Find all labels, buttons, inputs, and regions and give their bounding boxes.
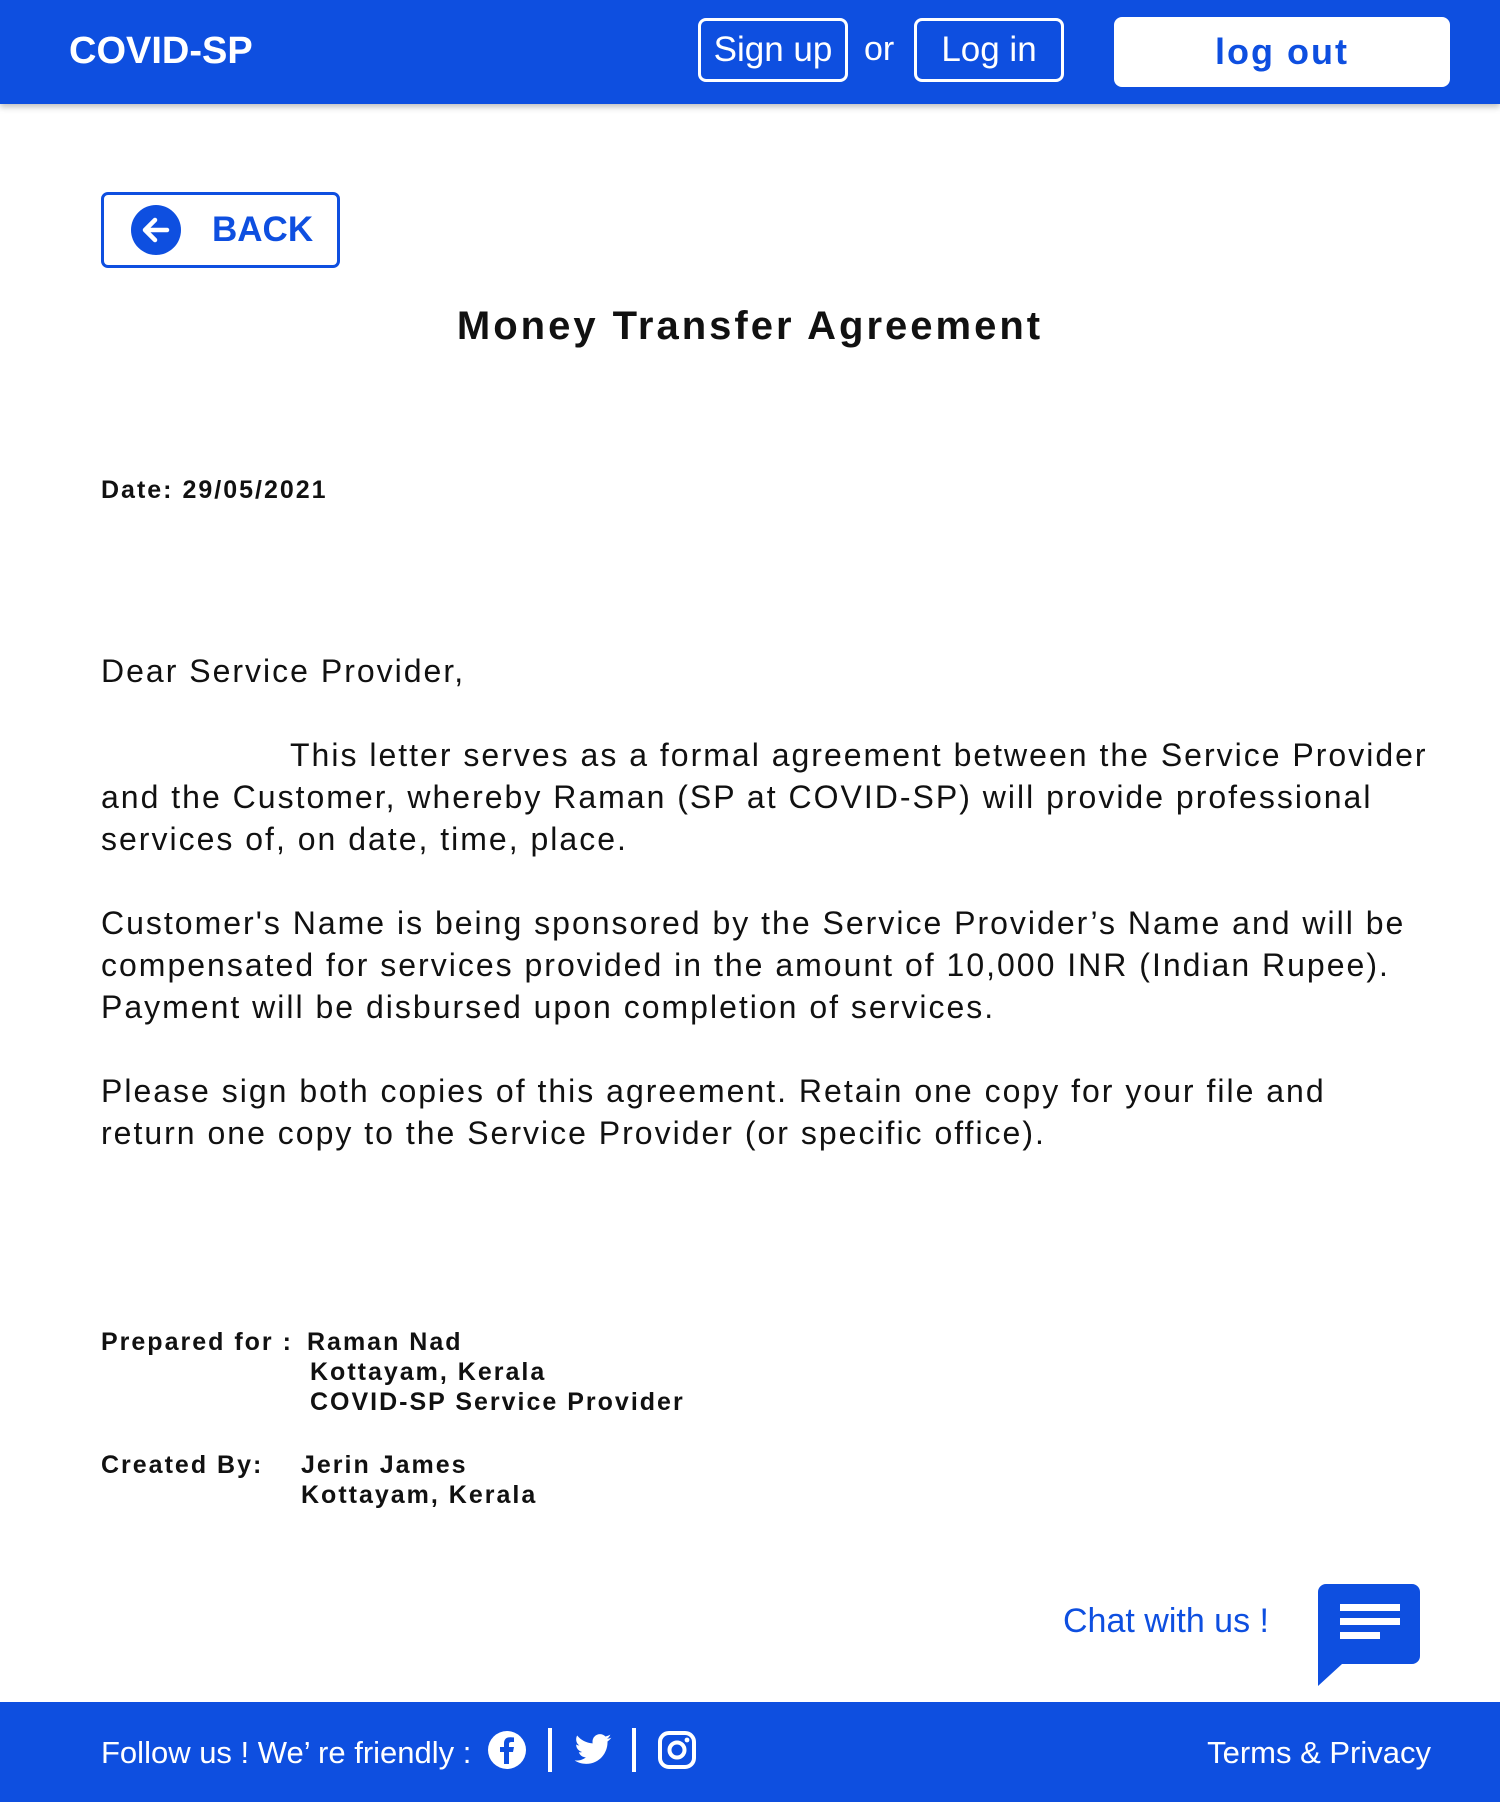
footer-bar: Follow us ! We’ re friendly : Terms & Pr…: [0, 1702, 1500, 1802]
salutation: Dear Service Provider,: [101, 653, 466, 689]
prepared-for-location: Kottayam, Kerala: [310, 1358, 547, 1386]
agreement-date: Date: 29/05/2021: [101, 476, 328, 504]
letter-paragraph-1: This letter serves as a formal agreement…: [101, 737, 1428, 857]
page-title: Money Transfer Agreement: [456, 304, 1044, 348]
log-out-button[interactable]: log out: [1114, 17, 1450, 87]
divider: [548, 1728, 552, 1772]
sign-up-button[interactable]: Sign up: [698, 18, 848, 82]
letter-paragraph-2: Customer's Name is being sponsored by th…: [101, 905, 1406, 1025]
chat-bubble-icon[interactable]: [1318, 1584, 1420, 1686]
letter-paragraph-3: Please sign both copies of this agreemen…: [101, 1073, 1326, 1151]
arrow-left-circle-icon: [131, 205, 181, 255]
created-by-label: Created By:: [101, 1451, 264, 1479]
or-text: or: [864, 30, 895, 68]
instagram-icon[interactable]: [657, 1730, 697, 1770]
terms-privacy-link[interactable]: Terms & Privacy: [1207, 1735, 1431, 1771]
created-by-block: Created By: Jerin James Kottayam, Kerala: [101, 1450, 535, 1509]
prepared-for-name: Raman Nad: [307, 1328, 463, 1356]
back-button[interactable]: BACK: [101, 192, 340, 268]
log-in-button[interactable]: Log in: [914, 18, 1064, 82]
back-button-label: BACK: [212, 210, 314, 249]
chat-with-us-link[interactable]: Chat with us !: [1063, 1602, 1269, 1641]
follow-us-text: Follow us ! We’ re friendly :: [101, 1735, 472, 1770]
facebook-icon[interactable]: [487, 1730, 527, 1770]
divider: [632, 1728, 636, 1772]
prepared-for-label: Prepared for :: [101, 1328, 293, 1356]
prepared-for-block: Prepared for : Raman Nad Kottayam, Keral…: [101, 1327, 683, 1416]
created-by-name: Jerin James: [301, 1451, 468, 1479]
twitter-icon[interactable]: [572, 1730, 614, 1770]
letter-body: Dear Service Provider, This letter serve…: [101, 650, 1431, 1196]
prepared-for-role: COVID-SP Service Provider: [310, 1388, 685, 1416]
top-nav-bar: COVID-SP Sign up or Log in log out: [0, 0, 1500, 104]
brand-logo[interactable]: COVID-SP: [69, 30, 253, 73]
created-by-location: Kottayam, Kerala: [301, 1481, 538, 1509]
